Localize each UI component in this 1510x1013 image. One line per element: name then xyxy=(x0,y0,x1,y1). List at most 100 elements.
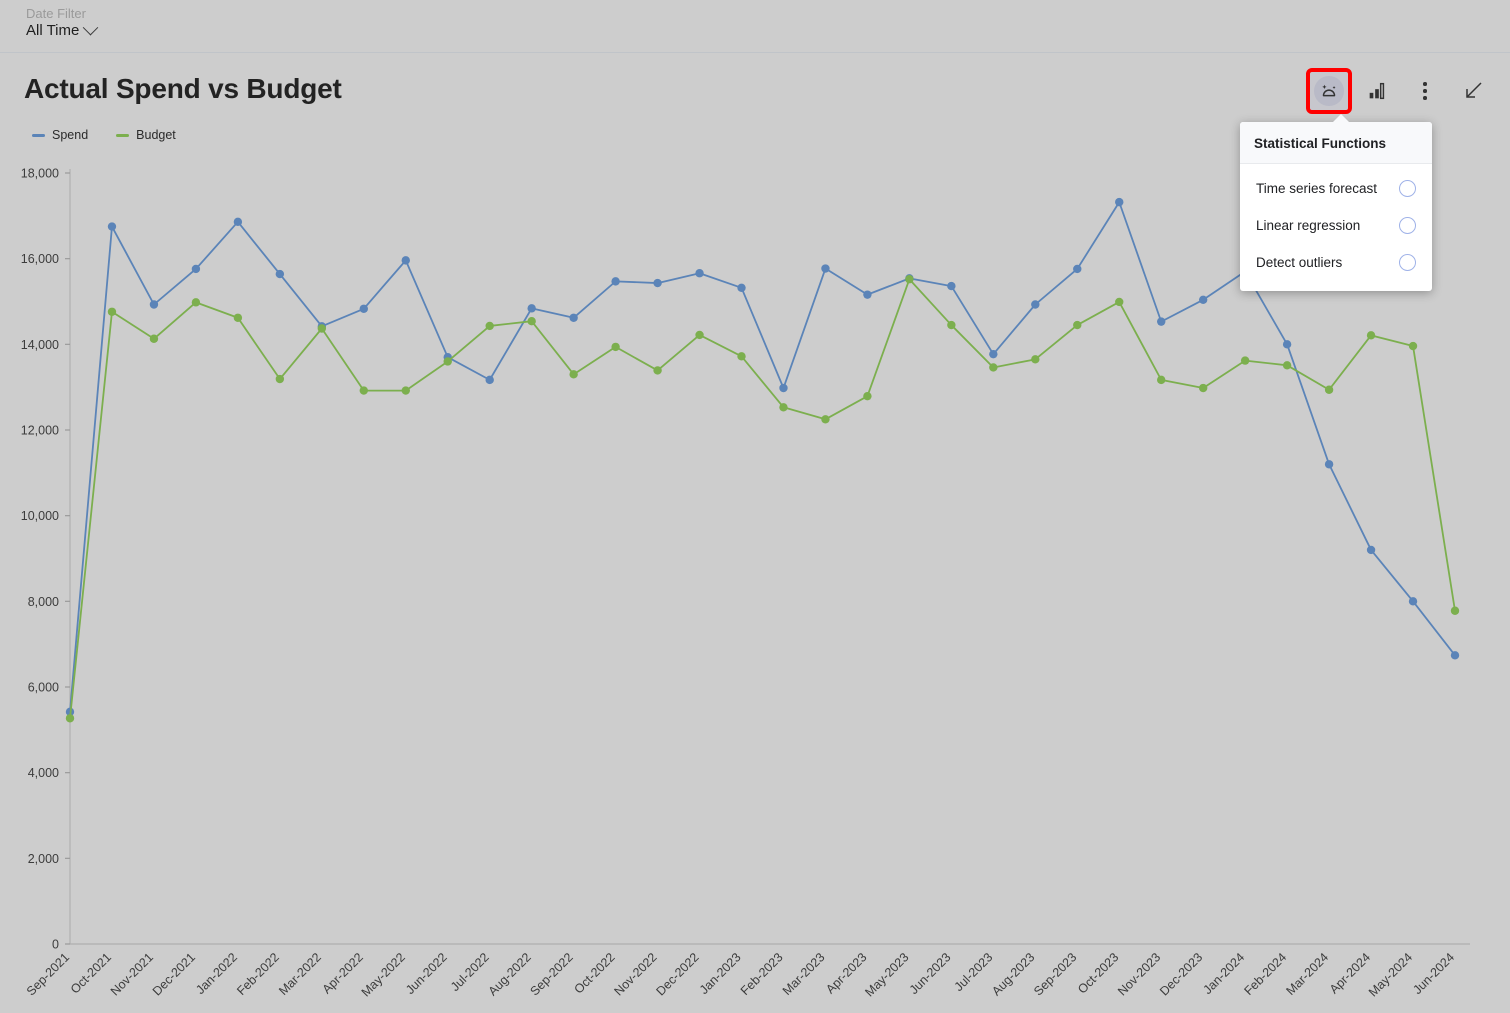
data-point-budget[interactable] xyxy=(1282,361,1292,370)
data-point-spend[interactable] xyxy=(1031,300,1040,309)
data-point-budget[interactable] xyxy=(821,415,830,424)
data-point-spend[interactable] xyxy=(947,281,956,291)
data-point-budget[interactable] xyxy=(233,313,243,322)
collapse-button[interactable] xyxy=(1454,72,1492,110)
data-point-spend[interactable] xyxy=(569,313,578,322)
menu-item-label: Detect outliers xyxy=(1256,255,1343,270)
x-axis-tick-label: Dec-2023 xyxy=(1157,950,1205,998)
data-point-spend[interactable] xyxy=(1324,460,1334,469)
data-point-budget[interactable] xyxy=(527,317,536,326)
data-point-spend[interactable] xyxy=(275,269,285,279)
data-point-budget[interactable] xyxy=(1198,383,1208,393)
data-point-spend[interactable] xyxy=(107,222,117,231)
data-point-budget[interactable] xyxy=(737,352,746,361)
data-point-budget[interactable] xyxy=(275,374,285,384)
x-axis-tick-label: May-2024 xyxy=(1366,950,1415,999)
data-point-spend[interactable] xyxy=(653,278,662,288)
legend-item-spend[interactable]: Spend xyxy=(32,128,88,142)
data-point-budget[interactable] xyxy=(401,386,410,395)
menu-item-linear-regression[interactable]: Linear regression xyxy=(1240,207,1432,244)
data-point-budget[interactable] xyxy=(1366,331,1376,340)
data-point-budget[interactable] xyxy=(779,403,788,412)
data-point-spend[interactable] xyxy=(1198,295,1208,304)
data-point-spend[interactable] xyxy=(191,264,201,274)
data-point-budget[interactable] xyxy=(1450,606,1460,615)
data-point-budget[interactable] xyxy=(947,320,956,330)
data-point-spend[interactable] xyxy=(863,290,872,299)
data-point-spend[interactable] xyxy=(1450,651,1460,660)
data-point-spend[interactable] xyxy=(149,300,159,309)
x-axis-tick-label: Sep-2021 xyxy=(24,950,72,998)
y-axis-tick-label: 10,000 xyxy=(21,509,59,523)
y-axis: 0 2,000 4,000 6,000 8,000 10,000 12,000 14,000 1… xyxy=(21,167,71,952)
data-point-budget[interactable] xyxy=(1240,356,1250,365)
statistical-functions-button[interactable] xyxy=(1306,68,1352,114)
data-point-spend[interactable] xyxy=(1157,317,1166,326)
x-axis-tick-label: Aug-2022 xyxy=(486,950,534,998)
data-point-budget[interactable] xyxy=(191,298,201,307)
data-point-budget[interactable] xyxy=(1031,355,1040,364)
data-point-budget[interactable] xyxy=(1157,375,1166,385)
data-point-budget[interactable] xyxy=(359,386,368,395)
arrow-down-left-icon xyxy=(1466,82,1482,98)
x-axis-tick-label: Nov-2022 xyxy=(611,950,659,998)
menu-item-label: Linear regression xyxy=(1256,218,1361,233)
chevron-down-icon xyxy=(83,19,99,36)
radio-linear-regression[interactable] xyxy=(1399,217,1416,234)
data-point-budget[interactable] xyxy=(989,363,998,372)
date-filter-bar: Date Filter All Time xyxy=(0,0,1510,53)
data-point-budget[interactable] xyxy=(443,357,452,366)
x-axis-tick-label: Mar-2022 xyxy=(276,950,324,998)
data-point-budget[interactable] xyxy=(65,714,75,723)
data-point-budget[interactable] xyxy=(107,307,117,316)
data-point-budget[interactable] xyxy=(317,324,327,333)
data-point-spend[interactable] xyxy=(1282,340,1292,349)
x-axis-tick-label: Oct-2021 xyxy=(68,950,114,996)
legend-swatch-budget xyxy=(116,133,130,137)
data-point-spend[interactable] xyxy=(1115,197,1124,207)
date-filter-dropdown[interactable]: All Time xyxy=(26,19,99,39)
menu-item-time-series-forecast[interactable]: Time series forecast xyxy=(1240,170,1432,207)
chart-legend: Spend Budget xyxy=(32,128,176,142)
data-point-spend[interactable] xyxy=(485,375,494,385)
menu-item-detect-outliers[interactable]: Detect outliers xyxy=(1240,244,1432,281)
kebab-menu-icon-dot3 xyxy=(1423,96,1427,100)
data-point-budget[interactable] xyxy=(569,370,578,379)
data-point-budget[interactable] xyxy=(1115,297,1124,307)
y-axis-tick-label: 16,000 xyxy=(21,252,59,266)
data-point-budget[interactable] xyxy=(863,391,872,401)
more-options-button[interactable] xyxy=(1406,72,1444,110)
data-point-spend[interactable] xyxy=(1073,264,1082,274)
data-point-spend[interactable] xyxy=(779,383,788,393)
data-point-budget[interactable] xyxy=(485,321,494,331)
data-point-budget[interactable] xyxy=(1408,341,1418,351)
data-point-budget[interactable] xyxy=(149,334,159,343)
data-point-budget[interactable] xyxy=(695,330,704,340)
data-point-budget[interactable] xyxy=(1324,385,1334,394)
data-point-spend[interactable] xyxy=(359,304,368,313)
chart-type-button[interactable] xyxy=(1358,72,1396,110)
data-point-spend[interactable] xyxy=(401,256,410,265)
radio-time-series-forecast[interactable] xyxy=(1399,180,1416,197)
data-point-spend[interactable] xyxy=(1366,545,1376,555)
x-axis-tick-label: Nov-2023 xyxy=(1115,950,1163,998)
x-axis-tick-label: Sep-2023 xyxy=(1031,950,1079,998)
data-point-spend[interactable] xyxy=(233,217,243,227)
x-axis-tick-label: Aug-2023 xyxy=(989,950,1037,998)
data-point-spend[interactable] xyxy=(695,269,704,278)
data-point-spend[interactable] xyxy=(527,304,536,313)
data-point-budget[interactable] xyxy=(653,366,662,375)
legend-label-spend: Spend xyxy=(52,128,89,142)
data-point-spend[interactable] xyxy=(1408,597,1418,606)
x-axis-tick-label: Feb-2022 xyxy=(234,950,282,998)
data-point-spend[interactable] xyxy=(821,264,830,273)
data-point-budget[interactable] xyxy=(905,275,914,284)
data-point-spend[interactable] xyxy=(737,283,746,292)
x-axis-tick-label: Nov-2021 xyxy=(108,950,156,998)
data-point-spend[interactable] xyxy=(989,349,998,359)
radio-detect-outliers[interactable] xyxy=(1399,254,1416,271)
data-point-budget[interactable] xyxy=(611,342,620,352)
data-point-budget[interactable] xyxy=(1073,320,1082,330)
data-point-spend[interactable] xyxy=(611,277,620,286)
legend-item-budget[interactable]: Budget xyxy=(116,128,176,142)
